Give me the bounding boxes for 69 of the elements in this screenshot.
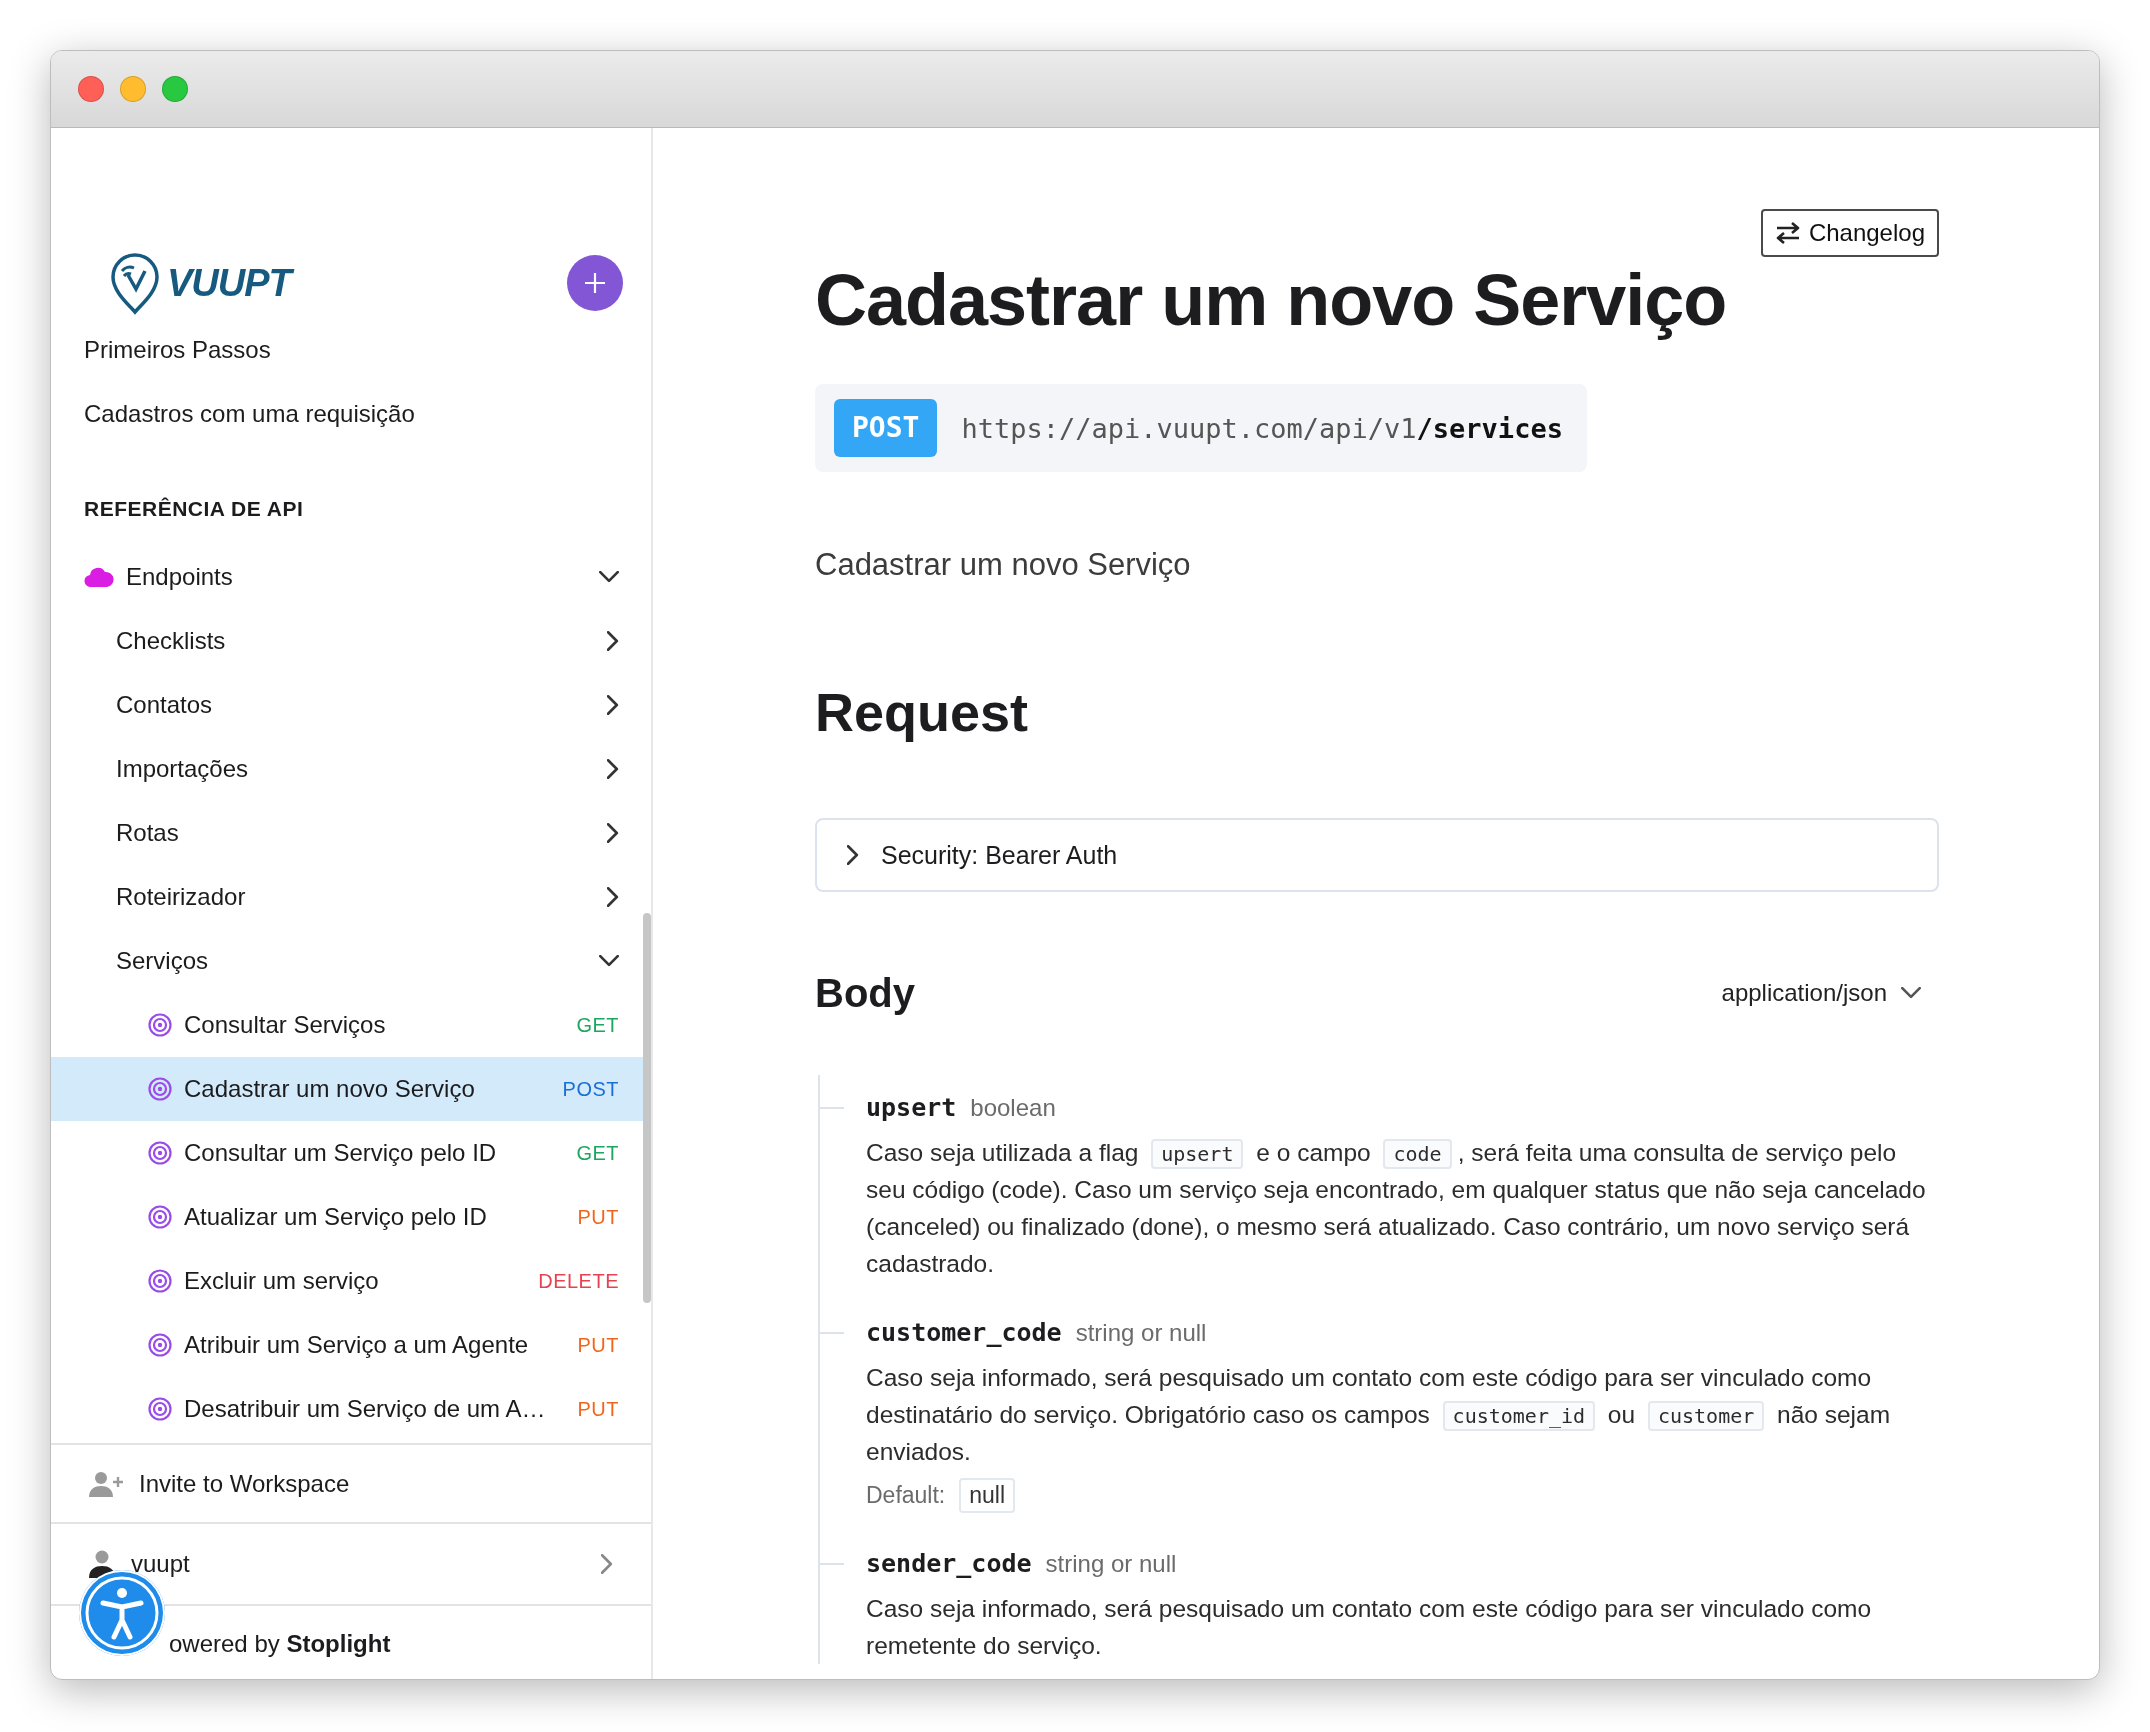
invite-to-workspace-item[interactable]: Invite to Workspace [51, 1443, 651, 1522]
target-icon [148, 1205, 172, 1229]
nav-group[interactable]: Endpoints [51, 545, 643, 609]
security-panel[interactable]: Security: Bearer Auth [815, 818, 1939, 892]
nav-group[interactable]: Rotas [51, 801, 643, 865]
target-icon [148, 1333, 172, 1357]
target-icon [148, 1141, 172, 1165]
target-icon [148, 1013, 172, 1037]
method-label: GET [576, 1013, 619, 1037]
chevron-down-icon [1901, 987, 1921, 999]
chevron-right-icon [601, 1554, 613, 1574]
nav-group[interactable]: Importações [51, 737, 643, 801]
default-value: null [959, 1478, 1016, 1513]
field-description: Caso seja informado, será pesquisado um contato com este código para ser vinculado como destinatário do serviço. Obrigatório caso os campos customer_id ou customer não sejam enviados. [866, 1363, 1892, 1467]
page-title: Cadastrar um novo Serviço [815, 259, 1728, 342]
close-button[interactable] [78, 76, 104, 102]
target-icon [148, 1077, 172, 1101]
target-icon [148, 1397, 172, 1421]
plus-icon [584, 272, 606, 294]
nav-group[interactable]: Roteirizador [51, 865, 643, 929]
field-type: string or null [1045, 1550, 1177, 1577]
nav-link[interactable]: Cadastros com uma requisição [51, 382, 643, 446]
powered-by-link[interactable]: owered by Stoplight [169, 1629, 391, 1658]
nav-endpoint[interactable]: Excluir um serviço DELETE [51, 1249, 643, 1313]
add-button[interactable] [567, 255, 623, 311]
nav-group[interactable]: Checklists [51, 609, 643, 673]
target-icon [148, 1269, 172, 1293]
field-name: upsert [866, 1093, 957, 1122]
nav-endpoint[interactable]: Consultar Serviços GET [51, 993, 643, 1057]
section-heading: Body [815, 970, 915, 1017]
nav-group[interactable]: Serviços [51, 929, 643, 993]
method-label: PUT [577, 1205, 619, 1229]
nav-endpoint[interactable]: Atribuir um Serviço a um Agente PUT [51, 1313, 643, 1377]
nav-link[interactable]: Primeiros Passos [51, 318, 643, 382]
method-label: PUT [577, 1333, 619, 1357]
default-label: Default: [866, 1482, 946, 1509]
method-label: PUT [577, 1397, 619, 1421]
changelog-button[interactable]: Changelog [1760, 209, 1939, 257]
inline-code: upsert [1151, 1139, 1244, 1169]
field-name: customer_code [866, 1318, 1062, 1347]
nav-endpoint[interactable]: Desatribuir um Serviço de um A… PUT [51, 1377, 643, 1441]
field-description: Caso seja utilizada a flag upsert e o campo code , será feita uma consulta de serviço pelo seu código (code). Caso um serviço seja encontrado, em qualquer status que não seja cancelado (canceled) ou finalizado (done), o mesmo será atualizado. Caso contrário, um novo serviço será cadastrado. [866, 1138, 1927, 1279]
scrollbar-thumb[interactable] [643, 913, 651, 1303]
person-plus-icon [89, 1470, 123, 1497]
field-name: sender_code [866, 1549, 1032, 1578]
inline-code: customer_id [1442, 1401, 1596, 1431]
inline-code: code [1383, 1139, 1452, 1169]
section-heading: REFERÊNCIA DE API [83, 496, 305, 522]
cloud-icon [84, 567, 114, 587]
method-label: GET [576, 1141, 619, 1165]
nav-endpoint[interactable]: Atualizar um Serviço pelo ID PUT [51, 1185, 643, 1249]
field-type: string or null [1075, 1319, 1207, 1346]
map-pin-logo-icon [109, 251, 161, 315]
field-type: boolean [970, 1094, 1056, 1121]
inline-code: customer [1647, 1401, 1765, 1431]
endpoint-description: Cadastrar um novo Serviço [815, 546, 1192, 583]
content-type-dropdown[interactable]: application/json [1721, 979, 1939, 1007]
section-heading: Request [815, 681, 1030, 744]
nav-endpoint[interactable]: Cadastrar um novo Serviço POST [51, 1057, 643, 1121]
swap-arrows-icon [1774, 221, 1801, 245]
method-badge: POST [834, 399, 938, 457]
nav-group[interactable]: Contatos [51, 673, 643, 737]
endpoint-url: https://api.vuupt.com/api/v1/services [961, 412, 1563, 444]
maximize-button[interactable] [162, 76, 188, 102]
method-label: POST [562, 1077, 619, 1101]
nav-endpoint[interactable]: Consultar um Serviço pelo ID GET [51, 1121, 643, 1185]
field-description: Caso seja informado, será pesquisado um contato com este código para ser vinculado como remetente do serviço. [866, 1594, 1873, 1661]
method-label: DELETE [538, 1269, 619, 1293]
minimize-button[interactable] [120, 76, 146, 102]
